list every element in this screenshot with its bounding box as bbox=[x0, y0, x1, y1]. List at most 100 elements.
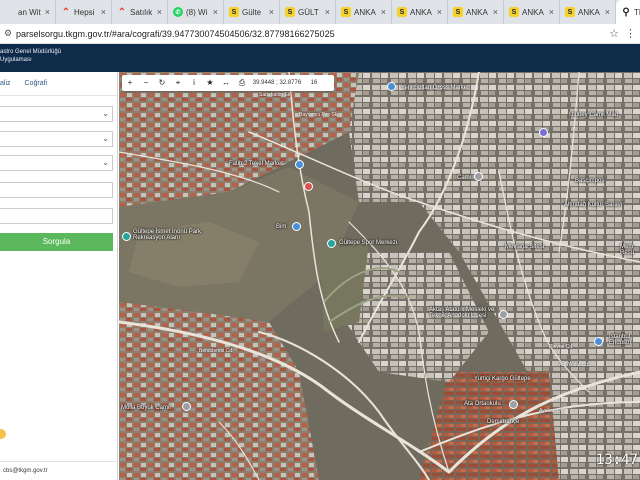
map-label: Gültepe Spor Merkezi bbox=[339, 240, 398, 246]
browser-tab[interactable]: S Gülte × bbox=[224, 0, 280, 24]
close-icon[interactable]: × bbox=[493, 7, 498, 17]
mosque-poi-icon[interactable] bbox=[182, 402, 191, 411]
sahibinden-icon: S bbox=[285, 7, 295, 17]
browser-tab[interactable]: S ANKA × bbox=[336, 0, 392, 24]
browser-tab-label: Hepsi bbox=[74, 7, 95, 17]
neighborhood-select[interactable]: ⌄ bbox=[0, 155, 113, 171]
sahibinden-icon: S bbox=[453, 7, 463, 17]
shopping-poi-icon[interactable] bbox=[292, 222, 301, 231]
clock-overlay: 13:47 bbox=[595, 452, 638, 468]
map-label: Aktaş Atatürk Mesleki ve Teknik Anadolu … bbox=[429, 307, 495, 319]
browser-menu-icon[interactable]: ⋮ bbox=[625, 27, 636, 40]
browser-tab-strip: an Wit × ⌃ Hepsi × ⌃ Satılık × ✆ (8) Wi × S Gülte × S G… bbox=[0, 0, 640, 24]
close-icon[interactable]: × bbox=[269, 7, 274, 17]
map-label: Mem Resu bbox=[620, 244, 635, 256]
courier-poi-icon[interactable] bbox=[509, 400, 518, 409]
satellite-map[interactable]: Sabahattin Sk. Yeni Sultan Gross Market … bbox=[119, 72, 640, 480]
block-input[interactable] bbox=[0, 182, 113, 198]
browser-tab-label: an Wit bbox=[18, 7, 41, 17]
site-subtitle: Uygulaması bbox=[0, 57, 32, 63]
print-icon[interactable]: ⎙ bbox=[234, 75, 250, 91]
refresh-icon[interactable]: ↻ bbox=[154, 75, 170, 91]
school-poi-icon[interactable] bbox=[499, 310, 508, 319]
browser-tab[interactable]: ⌃ Satılık × bbox=[112, 0, 168, 24]
browser-tab-label: GÜLT bbox=[298, 7, 319, 17]
browser-tab[interactable]: S ANKA × bbox=[392, 0, 448, 24]
address-bar[interactable]: ⚙ parselsorgu.tkgm.gov.tr/#ara/cografi/3… bbox=[0, 24, 640, 44]
zoom-in-button[interactable]: + bbox=[122, 75, 138, 91]
street-label: Bendderesi Cd. bbox=[199, 348, 234, 354]
street-label: Ayakan Cd. bbox=[539, 408, 565, 414]
browser-tab[interactable]: ⚲TKGM× bbox=[616, 0, 640, 24]
browser-tab[interactable]: S GÜLT × bbox=[280, 0, 336, 24]
site-title: astro Genel Müdürlüğü bbox=[0, 49, 62, 55]
district-select[interactable]: ⌄ bbox=[0, 131, 113, 147]
browser-tab[interactable]: ✆ (8) Wi × bbox=[168, 0, 224, 24]
hepsiburada-icon: ⌃ bbox=[117, 6, 127, 18]
site-header: astro Genel Müdürlüğü Uygulaması bbox=[0, 44, 640, 72]
sports-poi-icon[interactable] bbox=[327, 239, 336, 248]
park-poi-icon[interactable] bbox=[122, 232, 131, 241]
browser-tab-label: ANKA bbox=[354, 7, 376, 17]
street-label: Plevne Cd. bbox=[549, 344, 574, 350]
query-sidebar: aliz Coğrafi ⌄ ⌄ ⌄ Sorgula cbs@tkgm.gov.… bbox=[0, 72, 118, 480]
map-label: Fatih 2 Tekel Market bbox=[229, 161, 283, 167]
close-icon[interactable]: × bbox=[157, 7, 162, 17]
contact-email[interactable]: cbs@tkgm.gov.tr bbox=[3, 468, 48, 474]
bookmark-star-icon[interactable]: ☆ bbox=[609, 27, 619, 40]
page-icon bbox=[5, 7, 15, 17]
sahibinden-icon: S bbox=[397, 7, 407, 17]
url-text[interactable]: parselsorgu.tkgm.gov.tr/#ara/cografi/39.… bbox=[16, 29, 609, 39]
map-label: Molla Büyük Camii bbox=[121, 405, 171, 411]
browser-tab-label: ANKA bbox=[410, 7, 432, 17]
map-label: Gültepe İsmet İnönü Park Rekreasyon Alan… bbox=[133, 229, 202, 241]
street-label: Arif Yıldız Cd. bbox=[559, 362, 590, 368]
map-label: Yurtiçi Kargo Gültepe bbox=[474, 376, 531, 382]
close-icon[interactable]: × bbox=[381, 7, 386, 17]
close-icon[interactable]: × bbox=[213, 7, 218, 17]
close-icon[interactable]: × bbox=[325, 7, 330, 17]
help-tab-icon[interactable] bbox=[0, 429, 6, 439]
browser-tab-label: Gülte bbox=[242, 7, 262, 17]
mosque-poi-icon[interactable] bbox=[474, 172, 483, 181]
locate-icon[interactable]: ⌖ bbox=[170, 75, 186, 91]
sahibinden-icon: S bbox=[565, 7, 575, 17]
whatsapp-icon: ✆ bbox=[173, 7, 183, 17]
browser-tab[interactable]: S ANKA × bbox=[560, 0, 616, 24]
parking-poi-icon[interactable] bbox=[539, 128, 548, 137]
favorite-icon[interactable]: ★ bbox=[202, 75, 218, 91]
site-info-icon[interactable]: ⚙ bbox=[4, 28, 16, 39]
browser-tab[interactable]: an Wit × bbox=[0, 0, 56, 24]
zoom-out-button[interactable]: − bbox=[138, 75, 154, 91]
browser-tab[interactable]: ⌃ Hepsi × bbox=[56, 0, 112, 24]
tab-cografi[interactable]: Coğrafi bbox=[25, 80, 48, 95]
close-icon[interactable]: × bbox=[437, 7, 442, 17]
close-icon[interactable]: × bbox=[605, 7, 610, 17]
parcel-input[interactable] bbox=[0, 208, 113, 224]
browser-tab-label: ANKA bbox=[522, 7, 544, 17]
zoom-level: 16 bbox=[310, 80, 318, 86]
close-icon[interactable]: × bbox=[549, 7, 554, 17]
query-button[interactable]: Sorgula bbox=[0, 233, 113, 251]
close-icon[interactable]: × bbox=[101, 7, 106, 17]
close-icon[interactable]: × bbox=[45, 7, 50, 17]
browser-tab-label: ANKA bbox=[466, 7, 488, 17]
location-pin-icon: ⚲ bbox=[622, 6, 630, 18]
info-icon[interactable]: i bbox=[186, 75, 202, 91]
chevron-down-icon: ⌄ bbox=[102, 158, 109, 167]
browser-tab-label: TKGM bbox=[634, 7, 640, 17]
browser-tab[interactable]: S ANKA × bbox=[448, 0, 504, 24]
map-imagery[interactable] bbox=[119, 72, 640, 480]
measure-icon[interactable]: ↔ bbox=[218, 75, 234, 91]
restaurant-poi-icon[interactable] bbox=[304, 182, 313, 191]
shopping-poi-icon[interactable] bbox=[295, 160, 304, 169]
tab-analiz[interactable]: aliz bbox=[0, 80, 11, 95]
browser-tab[interactable]: S ANKA × bbox=[504, 0, 560, 24]
map-label: Cami bbox=[457, 175, 472, 181]
shopping-poi-icon[interactable] bbox=[387, 82, 396, 91]
map-label: İstanbul Endüstri bbox=[609, 334, 632, 346]
map-label: Sabahattin Sk. bbox=[259, 92, 292, 98]
province-select[interactable]: ⌄ bbox=[0, 106, 113, 122]
map-label: Demirbahçe bbox=[487, 419, 520, 425]
shopping-poi-icon[interactable] bbox=[594, 337, 603, 346]
